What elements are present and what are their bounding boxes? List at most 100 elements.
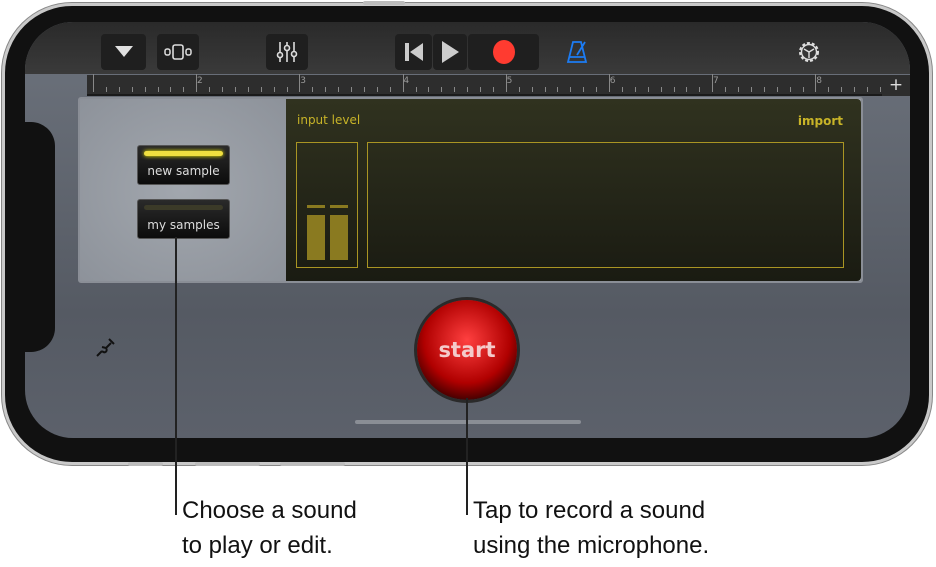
ruler-tick	[389, 87, 391, 92]
ruler-tick	[376, 87, 378, 92]
settings-button[interactable]	[791, 34, 827, 70]
sample-controls: new sample my samples	[80, 99, 286, 281]
ruler-tick	[518, 87, 520, 92]
toolbar	[25, 22, 910, 74]
meter-bar-right	[330, 215, 348, 260]
ruler-tick	[454, 87, 456, 92]
ruler-tick	[686, 87, 688, 92]
ruler-tick	[441, 87, 443, 92]
ruler-tick	[699, 87, 701, 92]
input-level-meter	[296, 142, 358, 268]
ruler-tick	[415, 87, 417, 92]
ruler-tick	[273, 87, 275, 92]
ruler-tick	[286, 87, 288, 92]
ruler-tick	[325, 87, 327, 92]
input-level-label: input level	[297, 113, 361, 127]
ruler-tick	[647, 87, 649, 92]
ruler-tick	[183, 87, 185, 92]
callout-tap-record: Tap to record a sound using the microphon…	[473, 497, 710, 559]
triangle-down-icon	[114, 46, 133, 57]
ruler-tick	[789, 87, 791, 92]
rewind-icon	[404, 43, 423, 61]
callout-line	[466, 398, 468, 515]
side-button	[363, 1, 405, 5]
new-sample-button[interactable]: new sample	[137, 145, 230, 185]
volume-up-button	[195, 462, 260, 466]
ruler-tick	[828, 87, 830, 92]
metronome-button[interactable]	[559, 34, 595, 70]
ruler-bar-number: 6	[609, 76, 616, 86]
ruler-tick	[750, 87, 752, 92]
mixer-button[interactable]	[266, 34, 308, 70]
waveform-area[interactable]	[367, 142, 844, 268]
view-toggle-icon	[164, 44, 192, 60]
ruler-tick	[144, 87, 146, 92]
ruler-tick	[480, 87, 481, 92]
led-off	[144, 205, 223, 210]
volume-down-button	[280, 462, 345, 466]
play-button[interactable]	[433, 34, 467, 70]
ruler-tick	[492, 87, 494, 92]
sampler-display: input level import	[286, 99, 861, 281]
ruler-tick	[854, 87, 856, 92]
ruler-bar-number: 2	[197, 76, 203, 86]
ruler-tick	[841, 87, 843, 92]
sampler-panel: new sample my samples input level import	[78, 97, 863, 283]
meter-bar-left	[307, 215, 325, 260]
ruler-tick	[867, 87, 868, 92]
ruler-tick	[260, 87, 262, 92]
ruler-tick	[763, 87, 765, 92]
callout-line	[175, 237, 177, 515]
ruler-tick	[131, 87, 133, 92]
audio-input-cable-icon[interactable]	[93, 334, 119, 360]
import-button[interactable]: import	[798, 114, 843, 128]
ruler-tick	[879, 87, 881, 92]
ruler-tick	[776, 87, 778, 92]
add-section-button[interactable]: +	[882, 75, 910, 96]
ruler-tick	[234, 87, 236, 92]
ruler-tick	[634, 87, 636, 92]
ruler-bar-number: 3	[300, 76, 306, 86]
view-toggle-button[interactable]	[157, 34, 199, 70]
record-button[interactable]	[468, 34, 539, 70]
ruler-bar-number: 4	[403, 76, 410, 86]
ruler-bar-number: 5	[506, 76, 513, 86]
led-on	[144, 151, 223, 156]
ruler-tick	[363, 87, 365, 92]
ruler-tick	[544, 87, 546, 92]
ruler-tick	[170, 87, 172, 92]
ruler-tick	[338, 87, 340, 92]
side-button	[128, 462, 163, 466]
browser-button[interactable]	[101, 34, 146, 70]
metronome-icon	[566, 41, 588, 63]
ruler-tick	[93, 74, 94, 92]
label: my samples	[147, 218, 220, 232]
ruler-bar-number: 8	[816, 76, 822, 86]
ruler-tick	[583, 87, 585, 92]
ruler-tick	[222, 87, 223, 92]
ruler-tick	[428, 87, 430, 92]
ruler-tick	[557, 87, 559, 92]
ruler-tick	[105, 87, 107, 92]
home-indicator[interactable]	[355, 420, 581, 424]
ruler-tick	[725, 87, 727, 92]
ruler-tick	[531, 87, 533, 92]
ruler-tick	[660, 87, 662, 92]
ruler-tick	[621, 87, 623, 92]
screen: 2 3 4 5 6 7 8 + new sample my samples input le…	[25, 22, 910, 438]
ruler-tick	[570, 87, 572, 92]
notch	[25, 122, 55, 352]
ruler-tick	[351, 87, 352, 92]
timeline-ruler[interactable]: 2 3 4 5 6 7 8	[87, 74, 907, 96]
my-samples-button[interactable]: my samples	[137, 199, 230, 239]
ruler-tick	[673, 87, 675, 92]
ruler-tick	[596, 87, 598, 92]
ruler-tick	[247, 87, 249, 92]
start-record-button[interactable]: start	[417, 300, 517, 400]
ruler-tick	[467, 87, 469, 92]
ruler-tick	[802, 87, 804, 92]
ruler-tick	[738, 87, 739, 92]
rewind-button[interactable]	[395, 34, 432, 70]
play-icon	[442, 41, 459, 63]
label: new sample	[147, 164, 220, 178]
